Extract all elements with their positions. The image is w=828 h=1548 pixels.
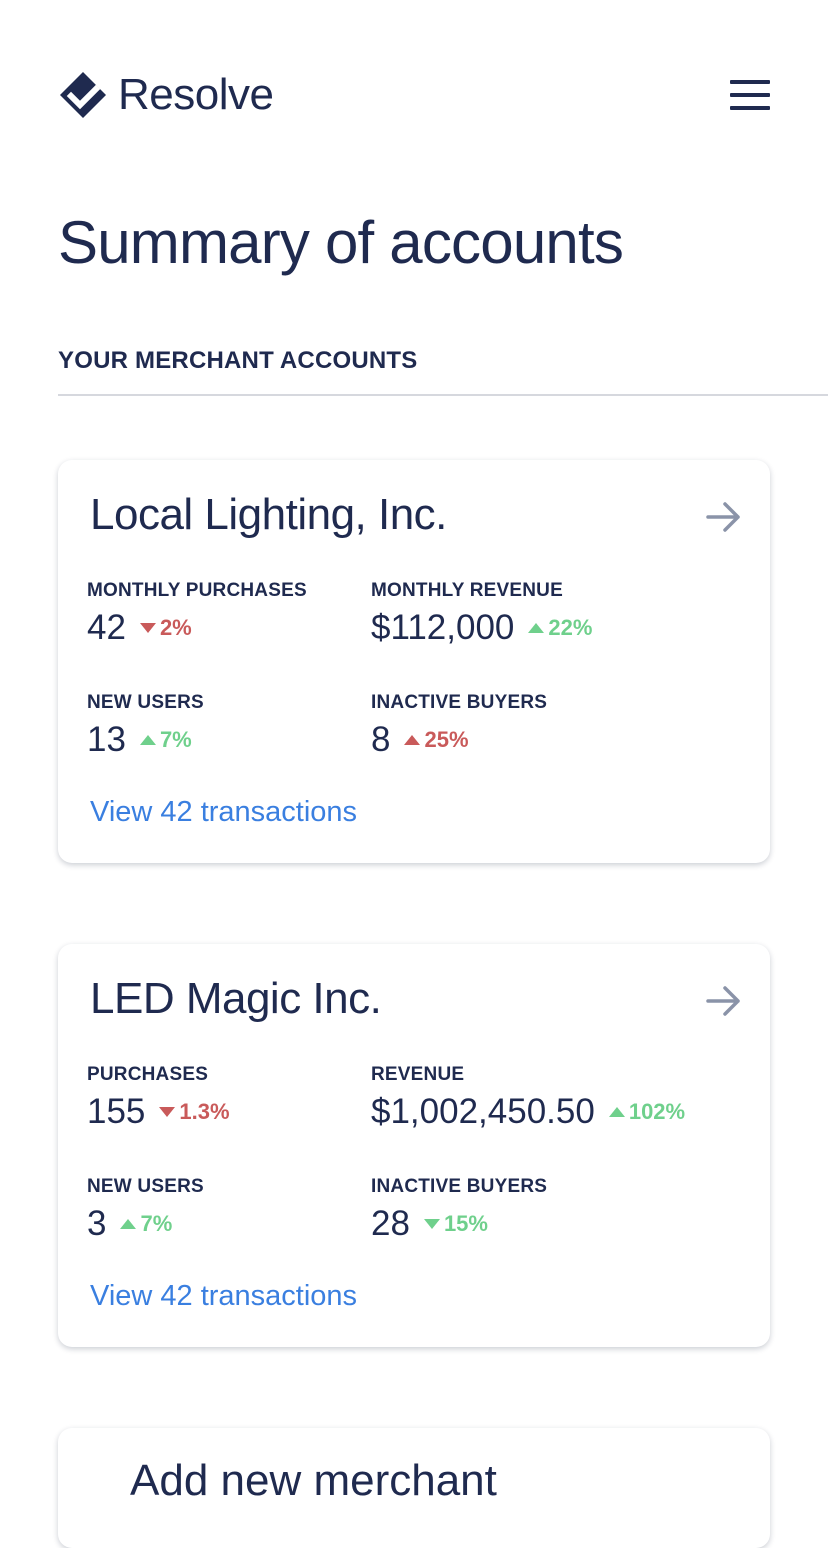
- stat-revenue: REVENUE $1,002,450.50 102%: [371, 1064, 685, 1132]
- stat-label: PURCHASES: [87, 1064, 209, 1085]
- stat-value: $112,000: [371, 608, 515, 647]
- stat-value: 8: [371, 720, 391, 759]
- delta-value: 1.3%: [179, 1099, 230, 1124]
- stat-delta: 15%: [423, 1211, 488, 1237]
- triangle-down-icon: [139, 623, 156, 633]
- stat-value: 42: [87, 608, 126, 647]
- triangle-up-icon: [120, 1219, 137, 1229]
- stat-monthly-purchases: MONTHLY PURCHASES 42 2%: [87, 580, 307, 648]
- page-title: Summary of accounts: [58, 209, 624, 276]
- brand-name: Resolve: [118, 70, 274, 119]
- stat-label: INACTIVE BUYERS: [371, 692, 548, 713]
- triangle-up-icon: [404, 735, 421, 745]
- stat-label: MONTHLY REVENUE: [371, 580, 563, 601]
- account-card[interactable]: LED Magic Inc. PURCHASES 155 1.3% REVENU…: [58, 944, 770, 1347]
- account-name: LED Magic Inc.: [90, 974, 382, 1023]
- section-divider: [58, 394, 828, 396]
- stat-label: INACTIVE BUYERS: [371, 1176, 548, 1197]
- delta-value: 102%: [628, 1099, 686, 1124]
- triangle-down-icon: [423, 1219, 440, 1229]
- resolve-logo-icon: [60, 72, 106, 118]
- triangle-up-icon: [608, 1107, 625, 1117]
- stat-value: 155: [87, 1092, 146, 1131]
- arrow-right-icon[interactable]: [706, 984, 742, 1018]
- stat-label: REVENUE: [371, 1064, 465, 1085]
- stat-label: MONTHLY PURCHASES: [87, 580, 307, 601]
- stat-delta: 2%: [139, 615, 192, 641]
- hamburger-menu-icon[interactable]: [730, 80, 770, 112]
- brand-logo[interactable]: Resolve: [58, 70, 274, 120]
- stat-label: NEW USERS: [87, 1176, 204, 1197]
- stat-new-users: NEW USERS 13 7%: [87, 692, 204, 760]
- add-merchant-card[interactable]: Add new merchant: [58, 1428, 770, 1548]
- stat-purchases: PURCHASES 155 1.3%: [87, 1064, 230, 1132]
- stat-monthly-revenue: MONTHLY REVENUE $112,000 22%: [371, 580, 592, 648]
- delta-value: 22%: [548, 615, 593, 640]
- view-transactions-link[interactable]: View 42 transactions: [90, 796, 357, 829]
- stat-inactive-buyers: INACTIVE BUYERS 8 25%: [371, 692, 547, 760]
- stat-value: 28: [371, 1204, 410, 1243]
- delta-value: 7%: [140, 1211, 173, 1236]
- section-label: YOUR MERCHANT ACCOUNTS: [58, 347, 418, 374]
- stat-delta: 7%: [120, 1211, 172, 1237]
- stat-delta: 1.3%: [159, 1099, 230, 1125]
- triangle-down-icon: [159, 1107, 176, 1117]
- stat-value: $1,002,450.50: [371, 1092, 595, 1131]
- app-header: Resolve: [58, 70, 770, 122]
- stat-delta: 25%: [404, 727, 469, 753]
- account-card[interactable]: Local Lighting, Inc. MONTHLY PURCHASES 4…: [58, 460, 770, 863]
- delta-value: 7%: [159, 727, 192, 752]
- stat-new-users: NEW USERS 3 7%: [87, 1176, 204, 1244]
- triangle-up-icon: [528, 623, 545, 633]
- stat-value: 3: [87, 1204, 107, 1243]
- arrow-right-icon[interactable]: [706, 500, 742, 534]
- stat-value: 13: [87, 720, 126, 759]
- delta-value: 25%: [424, 727, 469, 752]
- stat-delta: 102%: [608, 1099, 686, 1125]
- triangle-up-icon: [139, 735, 156, 745]
- stat-inactive-buyers: INACTIVE BUYERS 28 15%: [371, 1176, 547, 1244]
- account-name: Local Lighting, Inc.: [90, 490, 447, 539]
- add-merchant-title: Add new merchant: [130, 1456, 497, 1505]
- delta-value: 2%: [159, 615, 192, 640]
- view-transactions-link[interactable]: View 42 transactions: [90, 1280, 357, 1313]
- stat-delta: 22%: [528, 615, 592, 641]
- stat-label: NEW USERS: [87, 692, 204, 713]
- stat-delta: 7%: [139, 727, 192, 753]
- delta-value: 15%: [443, 1211, 488, 1236]
